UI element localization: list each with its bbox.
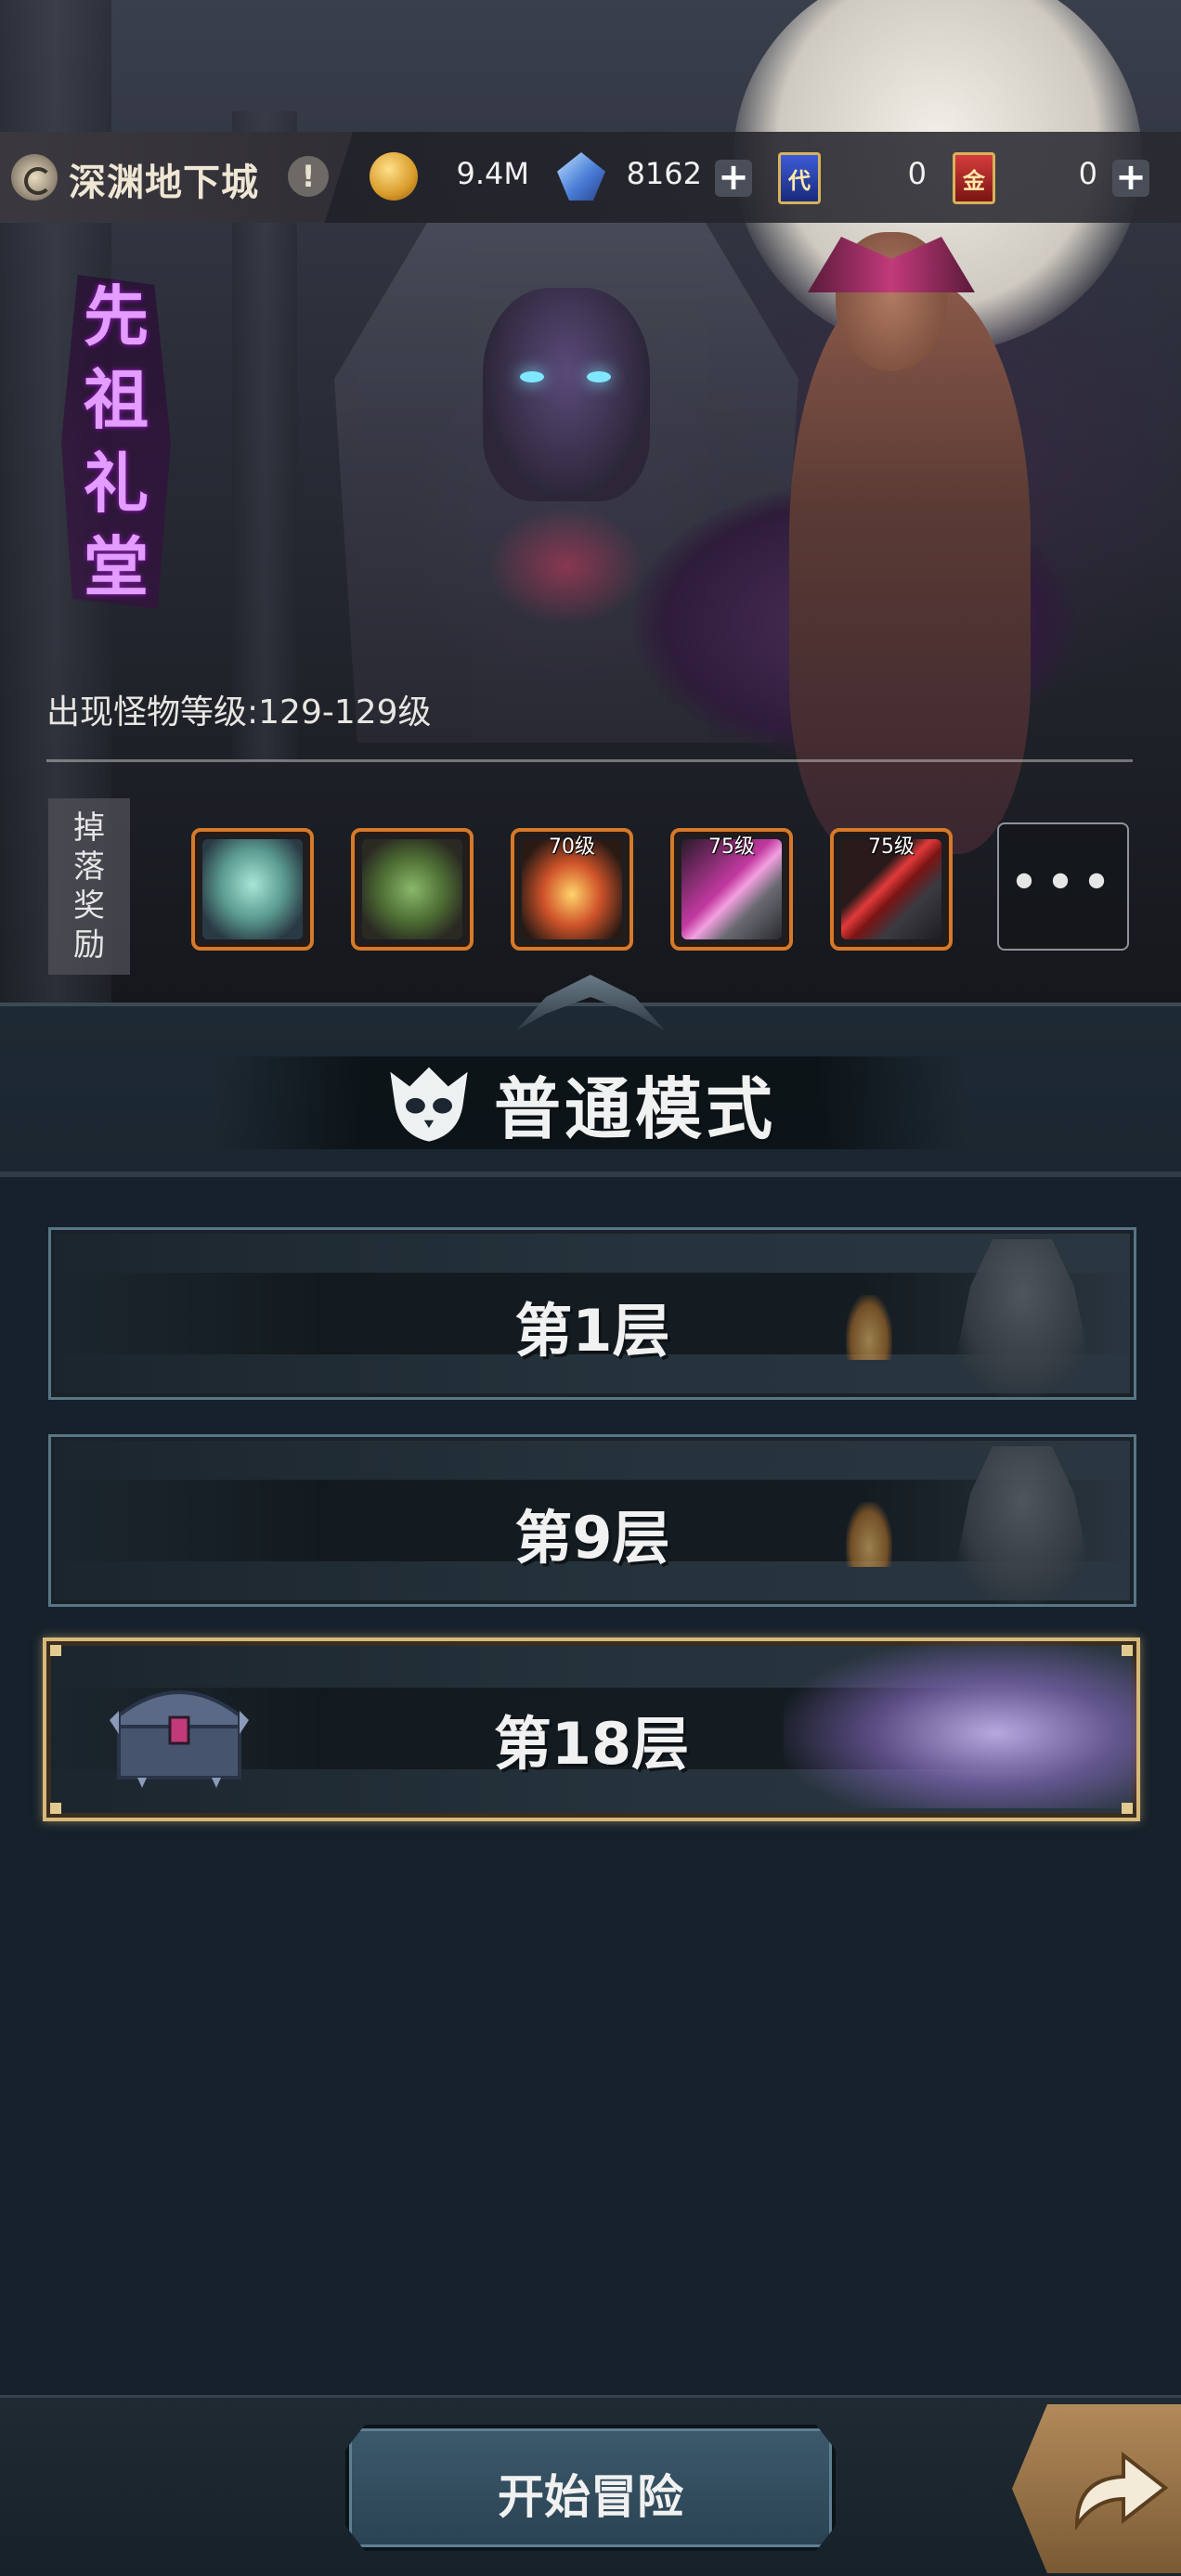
floor-option-9[interactable]: 第9层 (48, 1434, 1136, 1607)
red-ticket-value: 0 (1078, 156, 1097, 191)
skull-mask-icon (390, 1067, 468, 1142)
blue-ticket-value: 0 (907, 156, 927, 191)
statue-face (483, 288, 650, 501)
gold-value: 9.4M (456, 156, 530, 191)
add-red-ticket-button[interactable]: + (1112, 159, 1149, 197)
mode-title: 普通模式 (494, 1070, 777, 1148)
drop-label-char: 奖 (73, 887, 105, 925)
reward-item-3[interactable]: 70级 (511, 828, 633, 951)
blue-crystal-icon (557, 152, 605, 201)
info-alert-icon[interactable]: ! (288, 156, 329, 197)
location-tag: 深渊地下城 ! (0, 132, 353, 223)
item-level-badge: 70级 (549, 835, 595, 859)
location-name: 深渊地下城 (69, 162, 259, 204)
forward-arrow-icon (1074, 2451, 1169, 2531)
start-adventure-button[interactable]: 开始冒险 (345, 2425, 836, 2551)
crystal-value: 8162 (626, 156, 702, 191)
drop-rewards-label: 掉 落 奖 励 (48, 798, 130, 975)
blue-ticket-glyph: 代 (788, 168, 811, 194)
monster-level-text: 出现怪物等级:129-129级 (46, 693, 432, 731)
item-level-badge: 75级 (868, 835, 915, 859)
floor-option-18[interactable]: 第18层 (43, 1638, 1140, 1821)
corner-ornament (1122, 1803, 1133, 1814)
drop-label-char: 掉 (73, 809, 105, 847)
green-elf-portrait-icon (202, 839, 303, 939)
drop-label-char: 落 (73, 848, 105, 886)
resource-bar: 深渊地下城 ! 9.4M 8162 + 代 0 金 0 + (0, 132, 1181, 223)
dungeon-title-char: 礼 (84, 446, 149, 522)
dungeon-title-char: 祖 (84, 362, 149, 438)
corner-ornament (50, 1645, 61, 1656)
reward-item-2[interactable] (351, 828, 474, 951)
red-ticket-glyph: 金 (963, 168, 985, 194)
drop-label-char: 励 (73, 926, 105, 964)
banner-divider (46, 759, 1133, 762)
gold-resource: 9.4M (370, 147, 537, 208)
corner-ornament (50, 1803, 61, 1814)
crystal-resource: 8162 + (553, 147, 758, 208)
start-adventure-label: 开始冒险 (498, 2470, 683, 2524)
reward-item-4[interactable]: 75级 (670, 828, 793, 951)
blue-ticket-resource: 代 0 (778, 147, 936, 208)
add-crystal-button[interactable]: + (715, 159, 752, 197)
gold-coin-icon (370, 152, 418, 201)
floor-label: 第9层 (514, 1504, 670, 1572)
more-rewards-button[interactable]: ••• (997, 822, 1129, 951)
dungeon-title: 先 祖 礼 堂 (61, 275, 171, 609)
floor-label: 第1层 (514, 1297, 670, 1365)
reward-item-1[interactable] (191, 828, 314, 951)
item-level-badge: 75级 (708, 835, 755, 859)
horned-goblin-portrait-icon (362, 839, 462, 939)
reward-item-5[interactable]: 75级 (830, 828, 953, 951)
red-ticket-icon: 金 (953, 152, 995, 204)
dungeon-title-char: 堂 (84, 529, 149, 605)
corner-ornament (1122, 1645, 1133, 1656)
more-dots-icon: ••• (1008, 853, 1118, 913)
floor-option-1[interactable]: 第1层 (48, 1227, 1136, 1400)
panel-divider (0, 1171, 1181, 1177)
floor-label: 第18层 (493, 1710, 690, 1778)
next-button[interactable] (1012, 2404, 1181, 2573)
spiral-icon (11, 154, 58, 201)
red-ticket-resource: 金 0 + (953, 147, 1157, 208)
blue-ticket-icon: 代 (778, 152, 821, 204)
dungeon-title-char: 先 (84, 278, 149, 355)
